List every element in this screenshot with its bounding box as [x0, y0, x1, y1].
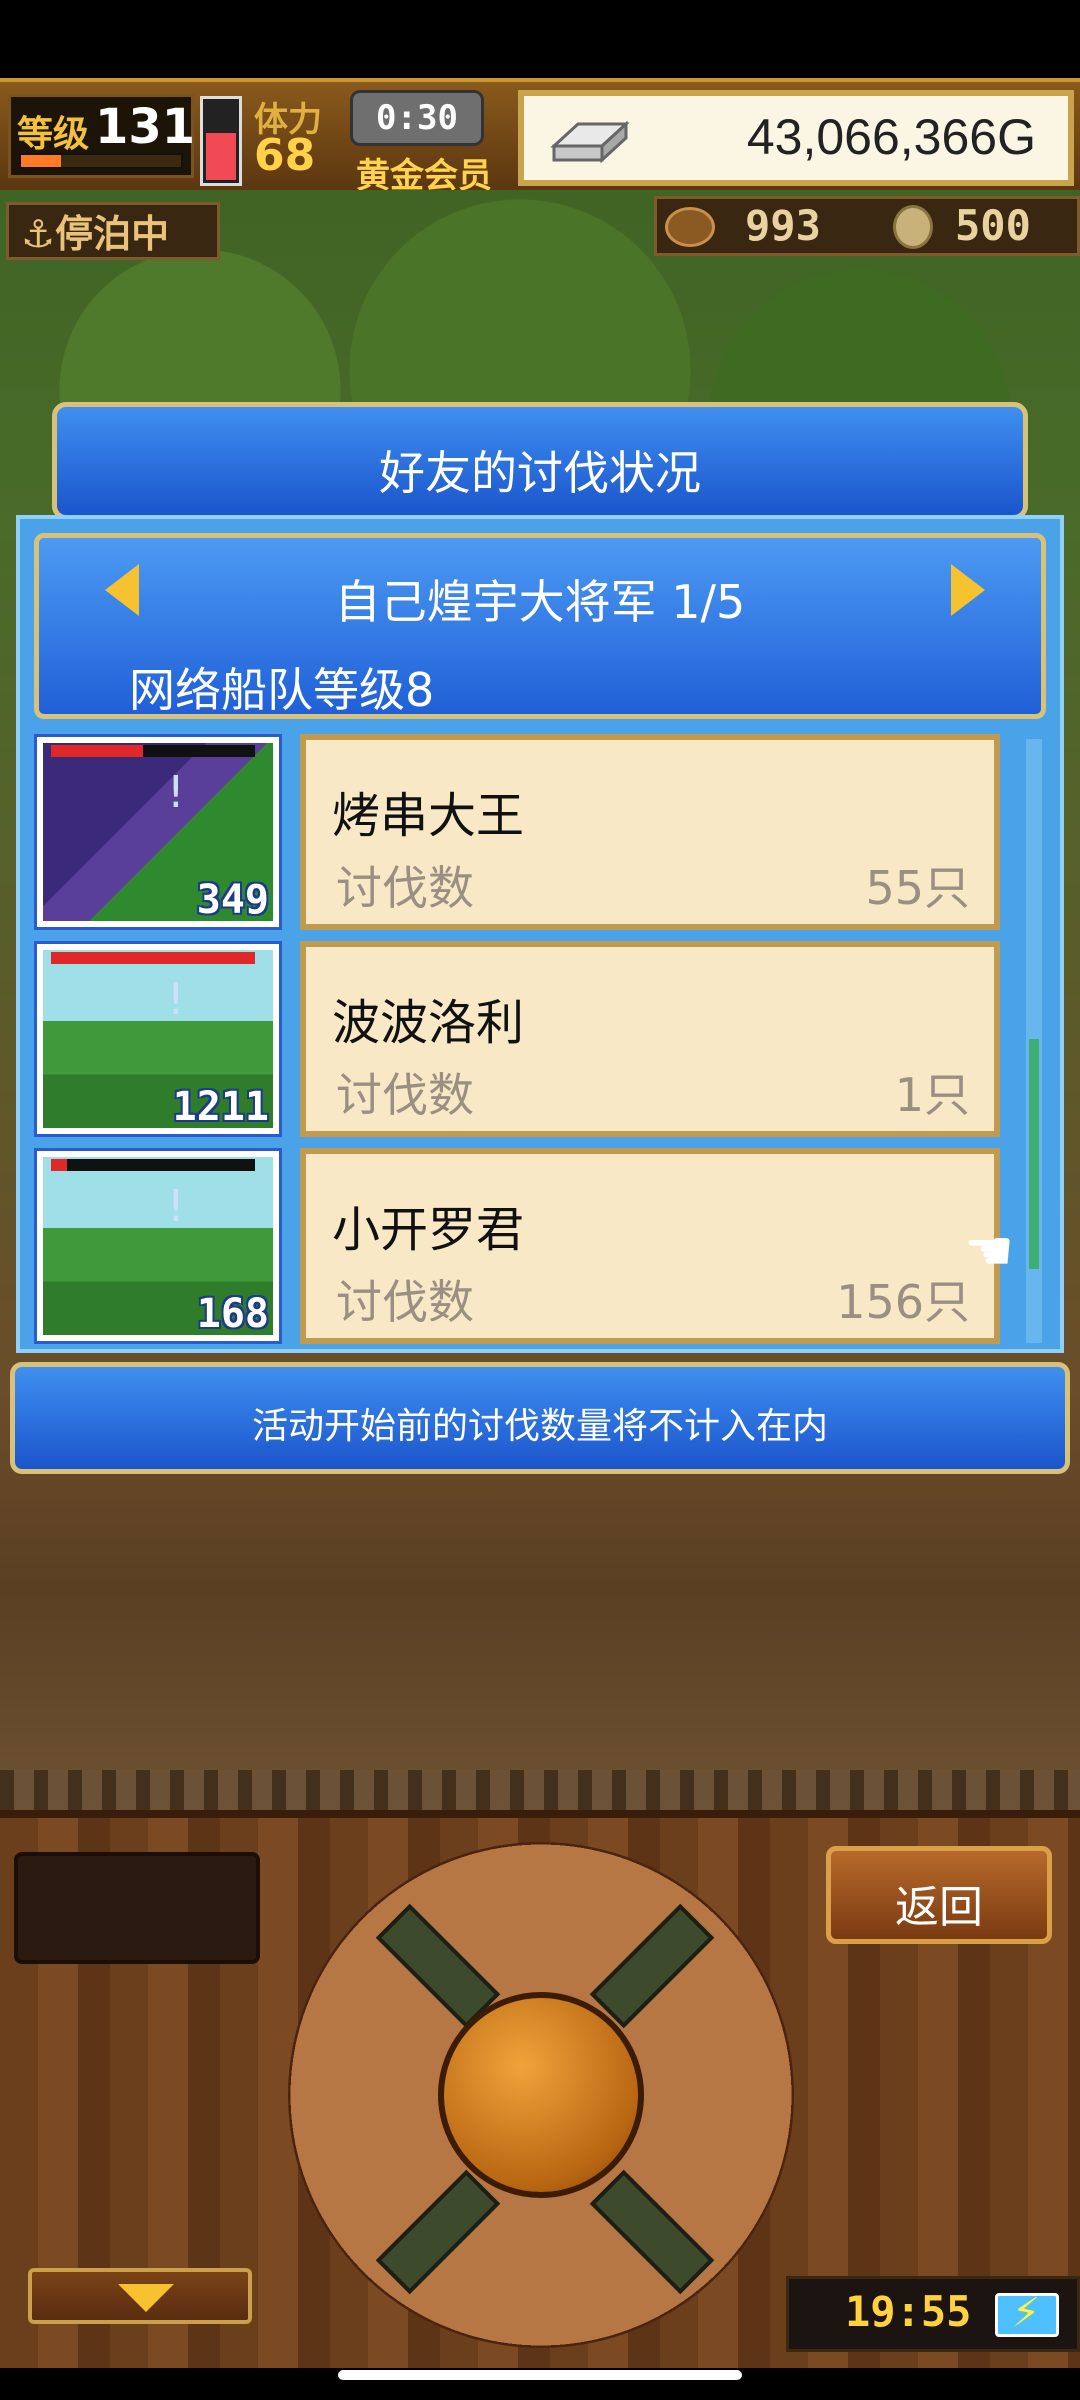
page-title: 自己煌宇大将军 1/5 — [334, 575, 746, 629]
list-scrollbar[interactable] — [1026, 739, 1042, 1343]
scroll-thumb[interactable] — [1029, 1039, 1039, 1269]
note-text: 活动开始前的讨伐数量将不计入在内 — [251, 1406, 828, 1447]
kills-label: 讨伐数 — [336, 861, 474, 915]
friend-name: 波波洛利 — [332, 995, 525, 1051]
hp-bar-fill — [51, 1159, 68, 1171]
friend-card: 波波洛利 讨伐数 1只 — [300, 941, 1000, 1137]
next-page-arrow-icon[interactable] — [951, 564, 985, 616]
menu-toggle-button[interactable] — [28, 2268, 252, 2324]
exp-bar — [19, 153, 183, 169]
thumb-number: 1211 — [172, 1084, 269, 1130]
stamina-gauge — [200, 96, 242, 186]
dpad-center-button[interactable] — [438, 1992, 644, 2198]
friend-thumbnail: ! 1211 — [34, 941, 282, 1137]
top-hud: 等级 131 体力 68 0:30 黄金会员 43,066,366G — [0, 78, 1080, 198]
back-button[interactable]: 返回 — [826, 1846, 1052, 1944]
kills-label: 讨伐数 — [336, 1275, 474, 1329]
coin-icon — [893, 205, 933, 249]
level-box: 等级 131 — [8, 94, 196, 178]
dialog-title: 好友的讨伐状况 — [379, 446, 701, 500]
gold-value: 43,066,366G — [746, 109, 1036, 165]
thumb-number: 349 — [196, 877, 269, 923]
kills-value: 55只 — [865, 861, 970, 915]
dock-status: ⚓停泊中 — [6, 202, 220, 260]
kills-value: 156只 — [836, 1275, 970, 1329]
friend-thumbnail: ! 168 — [34, 1148, 282, 1344]
back-button-label: 返回 — [895, 1882, 983, 1933]
fish-icon — [665, 207, 715, 247]
dpad-divider — [589, 1903, 715, 2029]
hp-bar — [51, 1159, 255, 1171]
gold-panel[interactable]: 43,066,366G — [518, 90, 1074, 186]
friend-card: 烤串大王 讨伐数 55只 — [300, 734, 1000, 930]
dpad-divider — [589, 2169, 715, 2295]
exp-bar-fill — [21, 155, 61, 167]
directional-pad[interactable] — [288, 1842, 794, 2348]
dialog-title-banner: 好友的讨伐状况 — [52, 402, 1028, 520]
kills-label: 讨伐数 — [336, 1068, 474, 1122]
pointing-hand-icon: ☚ — [964, 1219, 1015, 1284]
kills-value: 1只 — [894, 1068, 970, 1122]
friend-row[interactable]: ! 168 小开罗君 讨伐数 156只 — [34, 1148, 1034, 1348]
alert-mark-icon: ! — [167, 767, 185, 818]
control-panel: 返回 19:55 ⚡ — [0, 1810, 1080, 2368]
fleet-level: 网络船队等级8 — [129, 663, 435, 717]
battery-charging-icon: ⚡ — [995, 2290, 1059, 2337]
hp-bar — [51, 745, 255, 757]
alert-mark-icon: ! — [167, 974, 185, 1025]
friend-card: 小开罗君 讨伐数 156只 — [300, 1148, 1000, 1344]
stamina-timer: 0:30 — [350, 90, 484, 146]
friend-row[interactable]: ! 1211 波波洛利 讨伐数 1只 — [34, 941, 1034, 1141]
friend-row[interactable]: ! 349 烤串大王 讨伐数 55只 — [34, 734, 1034, 934]
friend-name: 烤串大王 — [332, 788, 525, 844]
level-label: 等级 — [17, 114, 90, 155]
note-banner: 活动开始前的讨伐数量将不计入在内 — [10, 1362, 1070, 1474]
level-value: 131 — [95, 99, 196, 155]
clock-panel: 19:55 ⚡ — [786, 2276, 1080, 2352]
hp-bar-fill — [51, 952, 255, 964]
friend-hunt-dialog: 自己煌宇大将军 1/5 网络船队等级8 ! 349 烤串大王 讨伐数 55只 !… — [16, 515, 1064, 1353]
home-indicator[interactable] — [338, 2370, 742, 2380]
chevron-down-icon — [118, 2284, 174, 2312]
clock-time: 19:55 — [845, 2287, 972, 2336]
friend-thumbnail: ! 349 — [34, 734, 282, 930]
empty-slot — [14, 1852, 260, 1964]
dpad-divider — [375, 2169, 501, 2295]
thumb-number: 168 — [196, 1291, 269, 1337]
lightning-icon: ⚡ — [1012, 2290, 1041, 2336]
resource1-value: 993 — [745, 201, 821, 250]
stamina-value: 68 — [254, 130, 316, 181]
alert-mark-icon: ! — [167, 1181, 185, 1232]
resource-bar: 993 500 — [654, 196, 1080, 256]
stamina-gauge-fill — [206, 133, 236, 180]
silver-bar-icon — [550, 120, 630, 164]
dialog-subheader: 自己煌宇大将军 1/5 网络船队等级8 — [34, 533, 1046, 719]
friend-name: 小开罗君 — [332, 1202, 525, 1258]
hp-bar — [51, 952, 255, 964]
resource2-value: 500 — [955, 201, 1031, 250]
hp-bar-fill — [51, 745, 143, 757]
